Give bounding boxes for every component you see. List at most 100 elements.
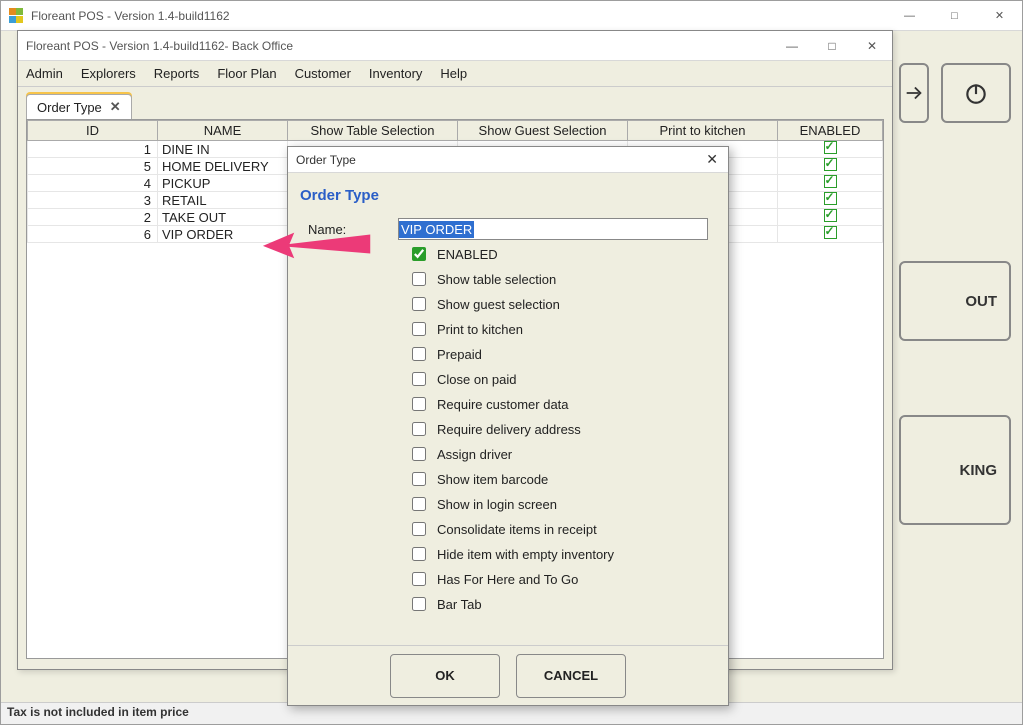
option-checkbox[interactable] [412,372,426,386]
option-require-delivery-address[interactable]: Require delivery address [408,419,708,439]
main-title: Floreant POS - Version 1.4-build1162 [31,9,230,23]
col-guestsel[interactable]: Show Guest Selection [458,121,628,141]
cancel-button[interactable]: CANCEL [516,654,626,698]
check-icon [824,175,837,188]
col-kitchen[interactable]: Print to kitchen [628,121,778,141]
check-icon [824,192,837,205]
option-show-table-selection[interactable]: Show table selection [408,269,708,289]
arrow-right-icon [903,82,925,104]
option-has-for-here-and-to-go[interactable]: Has For Here and To Go [408,569,708,589]
cell-id: 4 [28,175,158,192]
option-label: Require delivery address [437,422,581,437]
dialog-titlebar: Order Type ✕ [288,147,728,173]
cell-enabled [778,226,883,243]
option-show-in-login-screen[interactable]: Show in login screen [408,494,708,514]
menu-reports[interactable]: Reports [154,66,200,81]
option-checkbox[interactable] [412,297,426,311]
col-enabled[interactable]: ENABLED [778,121,883,141]
maximize-button[interactable]: □ [932,1,977,30]
menu-floorplan[interactable]: Floor Plan [217,66,276,81]
col-tablesel[interactable]: Show Table Selection [288,121,458,141]
option-checkbox[interactable] [412,272,426,286]
option-label: Consolidate items in receipt [437,522,597,537]
cell-name: DINE IN [158,141,288,158]
option-label: Require customer data [437,397,569,412]
arrow-right-button[interactable] [899,63,929,123]
tab-order-type[interactable]: Order Type ✕ [26,94,132,119]
option-label: Show in login screen [437,497,557,512]
tab-close-icon[interactable]: ✕ [110,99,121,115]
minimize-button[interactable]: — [887,1,932,30]
option-label: Bar Tab [437,597,482,612]
option-checkbox[interactable] [412,322,426,336]
tab-label: Order Type [37,100,102,115]
out-button-label: OUT [965,293,997,310]
option-close-on-paid[interactable]: Close on paid [408,369,708,389]
option-prepaid[interactable]: Prepaid [408,344,708,364]
cell-id: 3 [28,192,158,209]
option-checkbox[interactable] [412,597,426,611]
menu-explorers[interactable]: Explorers [81,66,136,81]
bo-maximize-button[interactable]: □ [812,31,852,60]
king-button-label: KING [960,462,998,479]
ok-button[interactable]: OK [390,654,500,698]
menu-customer[interactable]: Customer [295,66,351,81]
king-button[interactable]: KING [899,415,1011,525]
name-label: Name: [308,222,388,237]
cell-enabled [778,141,883,158]
menu-inventory[interactable]: Inventory [369,66,422,81]
option-require-customer-data[interactable]: Require customer data [408,394,708,414]
option-checkbox[interactable] [412,522,426,536]
option-label: Show guest selection [437,297,560,312]
cell-enabled [778,192,883,209]
bo-close-button[interactable]: ✕ [852,31,892,60]
name-input[interactable]: VIP ORDER [398,218,708,240]
dialog-header: Order Type [288,173,728,208]
option-print-to-kitchen[interactable]: Print to kitchen [408,319,708,339]
power-icon [963,80,989,106]
close-button[interactable]: ✕ [977,1,1022,30]
option-checkbox[interactable] [412,347,426,361]
statusbar-text: Tax is not included in item price [7,705,189,719]
option-checkbox[interactable] [412,547,426,561]
option-checkbox[interactable] [412,447,426,461]
cell-id: 1 [28,141,158,158]
option-enabled[interactable]: ENABLED [408,244,708,264]
option-checkbox[interactable] [412,572,426,586]
tabbar: Order Type ✕ [18,89,892,119]
dialog-close-icon[interactable]: ✕ [706,151,718,168]
option-label: ENABLED [437,247,498,262]
option-show-item-barcode[interactable]: Show item barcode [408,469,708,489]
option-checkbox[interactable] [412,472,426,486]
option-checkbox[interactable] [412,497,426,511]
col-id[interactable]: ID [28,121,158,141]
cell-name: PICKUP [158,175,288,192]
option-hide-item-with-empty-inventory[interactable]: Hide item with empty inventory [408,544,708,564]
option-show-guest-selection[interactable]: Show guest selection [408,294,708,314]
cell-id: 2 [28,209,158,226]
option-consolidate-items-in-receipt[interactable]: Consolidate items in receipt [408,519,708,539]
main-titlebar: Floreant POS - Version 1.4-build1162 — □… [1,1,1022,31]
back-office-titlebar: Floreant POS - Version 1.4-build1162- Ba… [18,31,892,61]
option-label: Close on paid [437,372,517,387]
option-assign-driver[interactable]: Assign driver [408,444,708,464]
menu-help[interactable]: Help [440,66,467,81]
option-label: Hide item with empty inventory [437,547,614,562]
menu-admin[interactable]: Admin [26,66,63,81]
option-checkbox[interactable] [412,397,426,411]
check-icon [824,209,837,222]
option-bar-tab[interactable]: Bar Tab [408,594,708,614]
cell-enabled [778,209,883,226]
cell-id: 5 [28,158,158,175]
cell-enabled [778,158,883,175]
power-button[interactable] [941,63,1011,123]
out-button[interactable]: OUT [899,261,1011,341]
option-label: Print to kitchen [437,322,523,337]
bo-minimize-button[interactable]: — [772,31,812,60]
option-checkbox[interactable] [412,247,426,261]
option-checkbox[interactable] [412,422,426,436]
dialog-buttons: OK CANCEL [288,645,728,705]
check-icon [824,141,837,154]
col-name[interactable]: NAME [158,121,288,141]
dialog-title: Order Type [296,153,356,167]
